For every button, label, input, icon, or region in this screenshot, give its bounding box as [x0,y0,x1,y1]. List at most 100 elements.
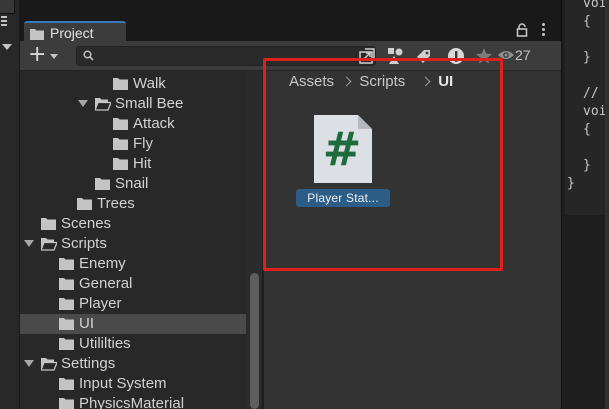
breadcrumb-item[interactable]: Assets [289,73,334,90]
favorite-star-icon[interactable] [473,45,495,67]
tree-item[interactable]: Snail [20,174,246,194]
adjacent-panel-button[interactable] [0,0,15,14]
breadcrumb-item[interactable]: Scripts [359,73,405,90]
folder-icon [41,218,56,230]
folder-icon [113,138,128,150]
tab-strip: Project [20,0,561,42]
folder-open-icon [41,358,57,371]
adjacent-panel-edge [0,0,20,409]
search-icon [83,50,94,61]
lock-icon[interactable] [516,23,528,37]
tree-item-label: Hit [133,155,152,172]
hidden-packages-count: 27 [515,47,531,63]
breadcrumb: Assets Scripts UI [264,71,561,93]
expand-arrow-icon[interactable] [24,240,34,247]
folder-icon [59,278,74,290]
tree-item-label: General [79,275,133,292]
code-view[interactable]: voic{}// Uvoic{}} [565,0,609,215]
tree-scrollbar[interactable] [246,71,262,409]
tree-item[interactable]: Attack [20,114,246,134]
tree-item[interactable]: Trees [20,194,246,214]
code-line: { [583,14,591,29]
csharp-script-icon: # [314,115,372,183]
search-input[interactable] [99,48,369,64]
tree-item[interactable]: Scenes [20,214,246,234]
tree-item-label: Input System [79,375,167,392]
filter-by-label-icon[interactable] [412,45,434,67]
folder-tree: Walk Small Bee Attack Fly Hit Snail Trees Scene… [20,71,246,409]
folder-icon [59,298,74,310]
tab-project[interactable]: Project [24,21,126,42]
tree-item[interactable]: Hit [20,154,246,174]
filter-by-type-icon[interactable] [384,45,406,67]
tree-item[interactable]: Utililties [20,334,246,354]
dropdown-caret-icon[interactable] [2,44,12,50]
tree-item-label: Enemy [79,255,126,272]
tree-item[interactable]: Input System [20,374,246,394]
tab-label: Project [50,25,94,41]
tree-item-label: Walk [133,75,166,92]
tree-item-label: Player [79,295,122,312]
folder-icon [59,338,74,350]
eye-icon[interactable] [497,48,515,62]
tree-item-label: Scenes [61,215,112,232]
tree-item-label: Utililties [79,335,131,352]
log-warning-icon[interactable] [445,45,467,67]
tree-item-label: UI [79,315,94,332]
tree-item-label: Fly [133,135,153,152]
tree-item-label: Snail [115,175,149,192]
create-button[interactable]: + [26,42,60,67]
search-by-type-icon[interactable] [356,45,378,67]
code-line: } [583,50,591,65]
folder-open-icon [95,98,111,111]
tree-item[interactable]: UI [20,314,246,334]
tree-item[interactable]: Player [20,294,246,314]
expand-arrow-icon[interactable] [24,360,34,367]
tree-item-label: Small Bee [115,95,184,112]
plus-icon: + [28,42,47,67]
code-line: } [583,158,591,173]
kebab-menu-icon[interactable] [542,23,546,37]
tree-item-label: Scripts [61,235,107,252]
project-window: Project + 27 Walk Small Bee Attack Fly H… [20,0,561,409]
tree-scrollbar-thumb[interactable] [250,273,259,409]
tree-item[interactable]: PhysicsMaterial [20,394,246,409]
folder-icon [113,118,128,130]
asset-browser: Assets Scripts UI # Player Stat... [264,71,561,409]
folder-icon [113,158,128,170]
folder-icon [59,398,74,409]
tree-item[interactable]: Enemy [20,254,246,274]
tree-item-label: Settings [61,355,116,372]
folder-icon [30,29,44,40]
tree-item[interactable]: Small Bee [20,94,246,114]
tree-item[interactable]: Settings [20,354,246,374]
search-field[interactable] [76,46,376,66]
code-line: } [567,176,575,191]
tree-item[interactable]: Fly [20,134,246,154]
tree-item-label: PhysicsMaterial [79,395,185,409]
asset-name-label: Player Stat... [296,189,390,207]
folder-icon [95,178,110,190]
menu-icon[interactable] [1,16,9,28]
folder-icon [77,198,92,210]
breadcrumb-item[interactable]: UI [438,73,453,90]
tree-item-label: Attack [133,115,175,132]
chevron-down-icon [50,54,58,59]
chevron-right-icon [341,76,352,87]
expand-arrow-icon[interactable] [78,100,88,107]
folder-icon [59,318,74,330]
tree-item[interactable]: Scripts [20,234,246,254]
folder-icon [59,258,74,270]
chevron-right-icon [420,76,431,87]
code-scrollbar[interactable] [605,0,609,409]
asset-item[interactable]: # Player Stat... [296,113,392,209]
tree-item[interactable]: General [20,274,246,294]
folder-icon [59,378,74,390]
code-line: { [583,122,591,137]
folder-open-icon [41,238,57,251]
folder-icon [113,78,128,90]
tree-item-label: Trees [97,195,135,212]
tree-item[interactable]: Walk [20,74,246,94]
script-glyph: # [323,122,362,176]
code-editor-panel: voic{}// Uvoic{}} [561,0,609,409]
